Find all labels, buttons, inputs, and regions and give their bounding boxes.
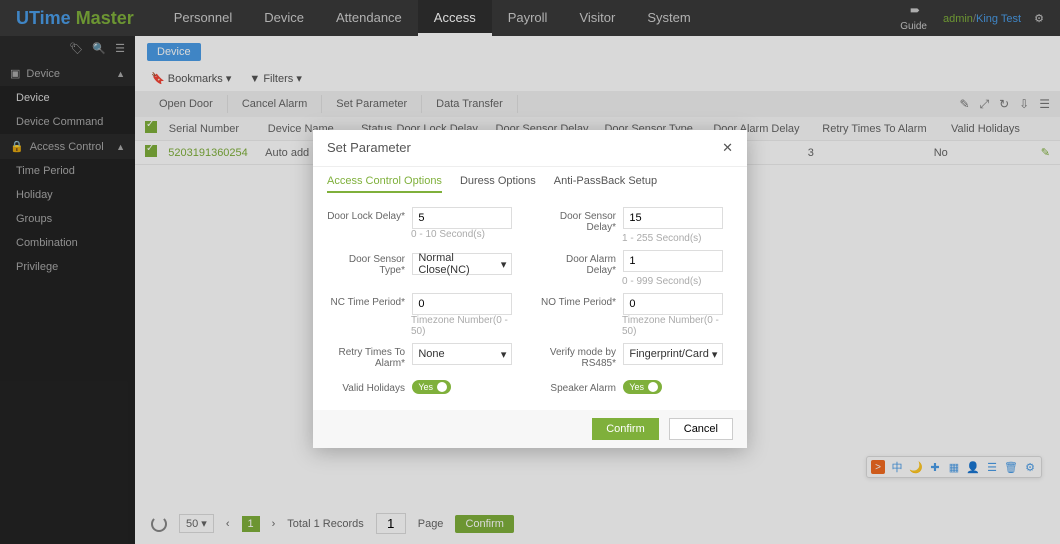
tab-access-control-options[interactable]: Access Control Options [327,175,442,193]
label-valid-holidays: Valid Holidays [327,379,405,394]
hint-no-time-period: Timezone Number(0 - 50) [622,315,733,337]
chevron-down-icon: ▾ [501,258,507,271]
input-door-alarm-delay[interactable] [623,250,723,272]
chevron-down-icon: ▾ [712,348,718,361]
modal-header: Set Parameter ✕ [313,130,747,167]
select-retry-alarm[interactable]: None▾ [412,343,512,365]
label-speaker-alarm: Speaker Alarm [538,379,616,394]
label-door-sensor-delay: Door Sensor Delay* [538,207,616,233]
label-door-lock-delay: Door Lock Delay* [327,207,405,222]
label-door-sensor-type: Door Sensor Type* [327,250,405,276]
input-door-sensor-delay[interactable] [623,207,723,229]
input-nc-time-period[interactable] [412,293,512,315]
toggle-knob-icon [648,382,658,392]
modal-body: Door Lock Delay* 0 - 10 Second(s) Door S… [313,201,747,410]
label-nc-time-period: NC Time Period* [327,293,405,308]
select-door-sensor-type[interactable]: Normal Close(NC)▾ [412,253,512,275]
hint-nc-time-period: Timezone Number(0 - 50) [411,315,522,337]
modal-footer: Confirm Cancel [313,410,747,448]
tab-duress-options[interactable]: Duress Options [460,175,536,193]
hint-door-sensor-delay: 1 - 255 Second(s) [622,233,733,244]
modal-overlay: Set Parameter ✕ Access Control Options D… [0,0,1060,544]
label-verify-mode: Verify mode by RS485* [538,343,616,369]
label-retry-alarm: Retry Times To Alarm* [327,343,405,369]
label-door-alarm-delay: Door Alarm Delay* [538,250,616,276]
toggle-speaker-alarm[interactable]: Yes [623,380,662,394]
chevron-down-icon: ▾ [501,348,507,361]
set-parameter-modal: Set Parameter ✕ Access Control Options D… [313,130,747,448]
input-no-time-period[interactable] [623,293,723,315]
toggle-valid-holidays[interactable]: Yes [412,380,451,394]
input-door-lock-delay[interactable] [412,207,512,229]
select-verify-mode[interactable]: Fingerprint/Card▾ [623,343,723,365]
toggle-knob-icon [437,382,447,392]
modal-close-icon[interactable]: ✕ [722,140,733,156]
tab-anti-passback-setup[interactable]: Anti-PassBack Setup [554,175,657,193]
hint-door-alarm-delay: 0 - 999 Second(s) [622,276,733,287]
label-no-time-period: NO Time Period* [538,293,616,308]
hint-door-lock-delay: 0 - 10 Second(s) [411,229,522,240]
modal-title: Set Parameter [327,140,411,156]
modal-cancel-button[interactable]: Cancel [669,418,733,440]
modal-confirm-button[interactable]: Confirm [592,418,659,440]
modal-tabs: Access Control Options Duress Options An… [313,167,747,201]
